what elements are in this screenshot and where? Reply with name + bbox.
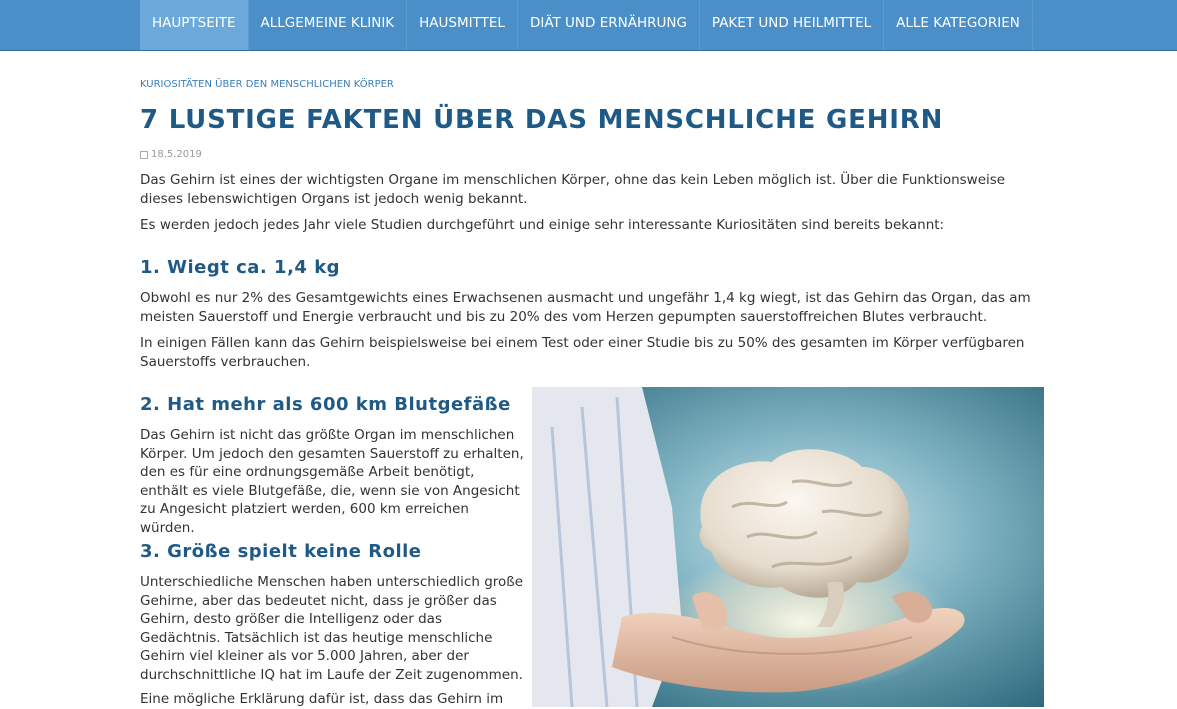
- nav-item-hausmittel[interactable]: HAUSMITTEL: [407, 0, 518, 50]
- nav-item-hauptseite[interactable]: HAUPTSEITE: [140, 0, 249, 50]
- nav-menu: HAUPTSEITE ALLGEMEINE KLINIK HAUSMITTEL …: [140, 0, 1033, 50]
- top-navigation: HAUPTSEITE ALLGEMEINE KLINIK HAUSMITTEL …: [0, 0, 1177, 51]
- intro-paragraph-2: Es werden jedoch jedes Jahr viele Studie…: [140, 217, 945, 233]
- nav-item-alle-kategorien[interactable]: ALLE KATEGORIEN: [884, 0, 1033, 50]
- cutoff-paragraph: Eine mögliche Erklärung dafür ist, dass …: [140, 691, 504, 707]
- nav-item-diaet-und-ernaehrung[interactable]: DIÄT UND ERNÄHRUNG: [518, 0, 700, 50]
- brain-in-hands-image: [532, 387, 1044, 707]
- category-link[interactable]: KURIOSITÄTEN ÜBER DEN MENSCHLICHEN KÖRPE…: [140, 79, 394, 90]
- publish-date: 18.5.2019: [140, 149, 202, 160]
- section-heading-1: 1. Wiegt ca. 1,4 kg: [140, 257, 341, 278]
- section-3-paragraph-1: Unterschiedliche Menschen haben untersch…: [140, 574, 524, 683]
- calendar-icon: [140, 150, 148, 159]
- section-heading-2: 2. Hat mehr als 600 km Blutgefäße: [140, 394, 511, 415]
- section-1-paragraph-1: Obwohl es nur 2% des Gesamtgewichts eine…: [140, 290, 1031, 325]
- date-text: 18.5.2019: [151, 149, 202, 160]
- intro-paragraph-1: Das Gehirn ist eines der wichtigsten Org…: [140, 172, 1006, 207]
- page-title: 7 LUSTIGE FAKTEN ÜBER DAS MENSCHLICHE GE…: [140, 105, 944, 135]
- section-2-paragraph-1: Das Gehirn ist nicht das größte Organ im…: [140, 427, 524, 536]
- section-1-paragraph-2: In einigen Fällen kann das Gehirn beispi…: [140, 335, 1025, 370]
- section-heading-3: 3. Größe spielt keine Rolle: [140, 541, 422, 562]
- nav-item-paket-und-heilmittel[interactable]: PAKET UND HEILMITTEL: [700, 0, 885, 50]
- nav-item-allgemeine-klinik[interactable]: ALLGEMEINE KLINIK: [249, 0, 408, 50]
